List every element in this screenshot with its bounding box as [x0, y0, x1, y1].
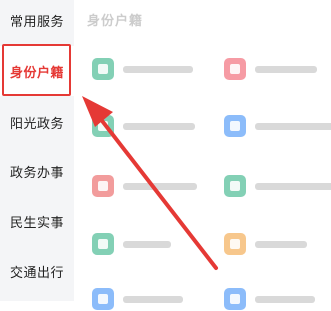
service-label	[123, 65, 193, 73]
home-icon	[224, 115, 246, 137]
service-item[interactable]	[92, 114, 195, 138]
sidebar-item-government-affairs[interactable]: 政务办事	[0, 146, 74, 196]
section-title: 身份户籍	[87, 14, 144, 29]
service-item[interactable]	[224, 174, 331, 198]
service-item[interactable]	[92, 232, 171, 256]
highlight-box	[2, 44, 71, 96]
gift-icon	[92, 175, 114, 197]
service-label	[255, 182, 331, 190]
service-item[interactable]	[92, 287, 183, 311]
sidebar-item-transportation[interactable]: 交通出行	[0, 246, 74, 296]
sidebar-item-label: 民生实事	[9, 215, 64, 231]
sidebar-item-label: 常用服务	[9, 14, 64, 30]
service-item[interactable]	[224, 287, 315, 311]
service-label	[255, 65, 317, 73]
home-icon	[92, 233, 114, 255]
service-label	[123, 122, 195, 130]
service-item[interactable]	[92, 57, 193, 81]
sidebar-item-label: 政务办事	[9, 165, 64, 181]
main-content: 身份户籍	[74, 0, 331, 310]
service-item[interactable]	[224, 114, 331, 138]
sidebar-item-label: 阳光政务	[9, 116, 64, 132]
service-item[interactable]	[224, 57, 317, 81]
service-label	[123, 240, 171, 248]
id-card-icon	[92, 115, 114, 137]
service-item[interactable]	[92, 174, 197, 198]
id-card-icon	[92, 288, 114, 310]
sidebar-item-common-services[interactable]: 常用服务	[0, 0, 74, 45]
sidebar-item-livelihood[interactable]: 民生实事	[0, 196, 74, 246]
sidebar-item-label: 交通出行	[9, 265, 64, 281]
document-icon	[224, 233, 246, 255]
folder-icon	[224, 58, 246, 80]
service-label	[255, 240, 307, 248]
id-card-icon	[92, 58, 114, 80]
person-icon	[224, 175, 246, 197]
id-card-icon	[224, 288, 246, 310]
service-label	[255, 295, 315, 303]
sidebar-item-sunshine-government[interactable]: 阳光政务	[0, 97, 74, 147]
service-label	[255, 122, 331, 130]
service-label	[123, 182, 197, 190]
service-item[interactable]	[224, 232, 307, 256]
service-label	[123, 295, 183, 303]
